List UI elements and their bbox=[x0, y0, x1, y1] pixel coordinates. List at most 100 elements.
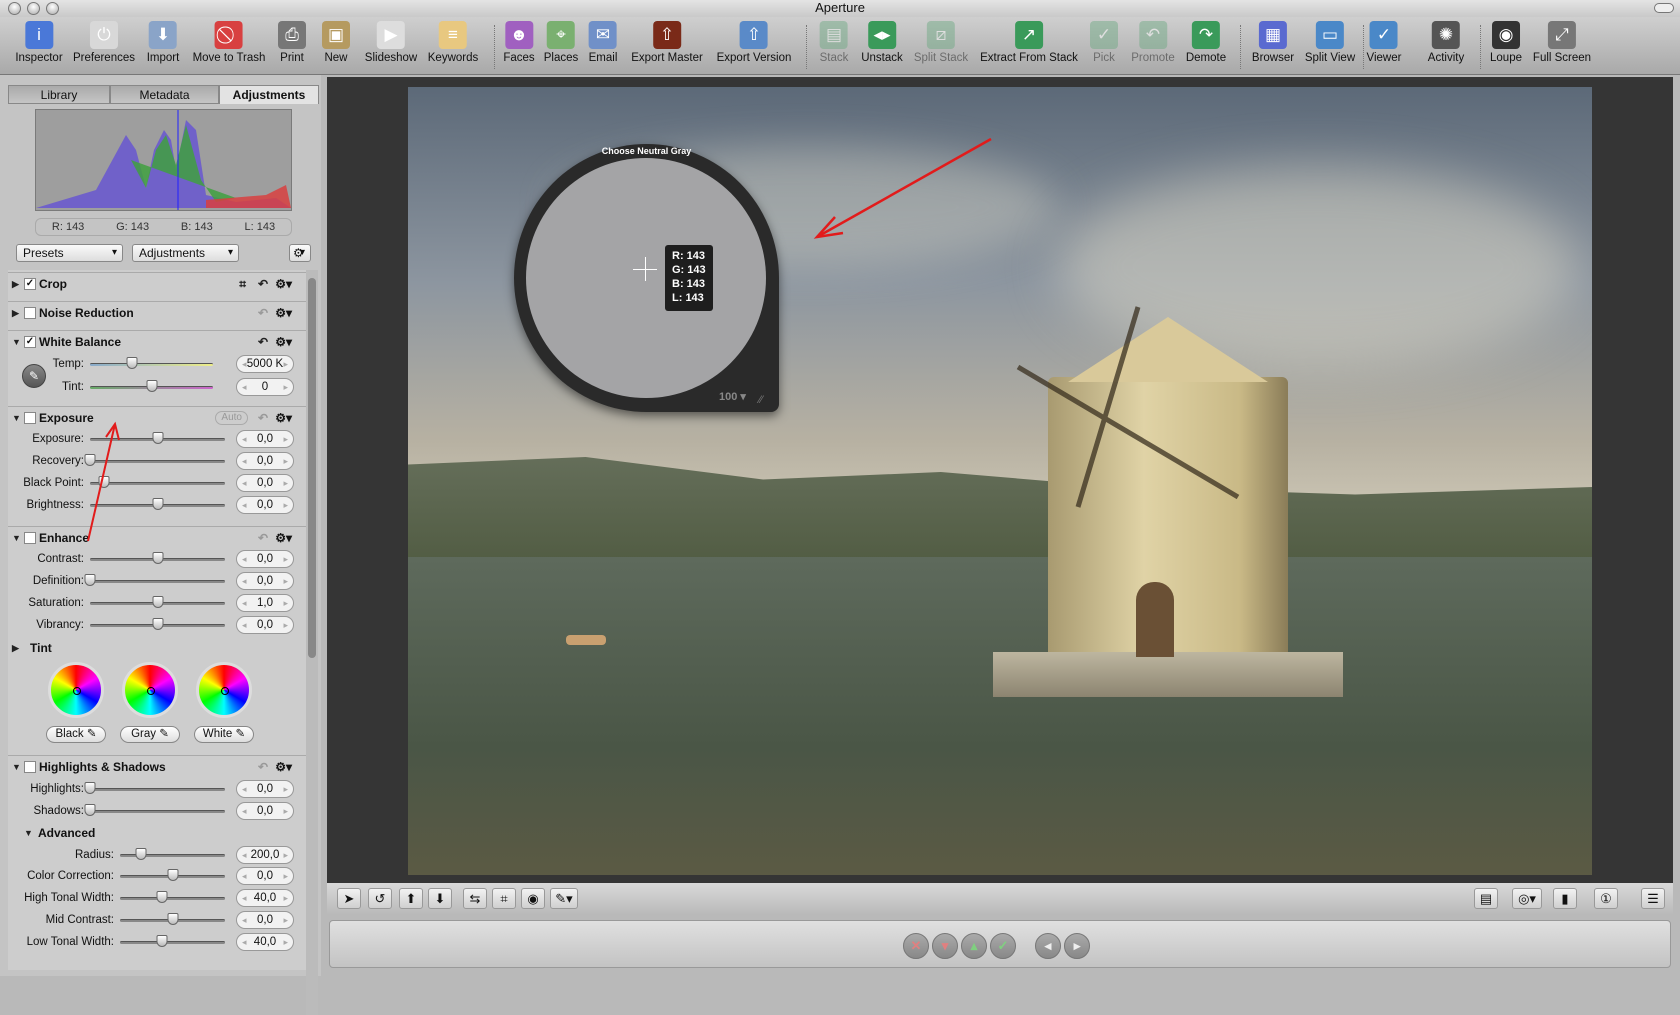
reset-icon[interactable]: ↶ bbox=[258, 331, 268, 353]
toolbar-unstack-button[interactable]: ◂▸ Unstack bbox=[861, 21, 903, 64]
single-view-button[interactable]: ① bbox=[1594, 888, 1618, 909]
eyedropper-icon[interactable]: ✎ bbox=[22, 364, 46, 388]
slider-thumb[interactable] bbox=[146, 380, 157, 392]
select-button[interactable]: ✓ bbox=[990, 933, 1016, 959]
auto-exposure-button[interactable]: Auto bbox=[215, 411, 248, 425]
adjustments-dropdown[interactable]: Adjustments bbox=[132, 244, 239, 262]
section-tint[interactable]: ▶ Tint bbox=[8, 637, 306, 657]
value-field[interactable]: 0,0 bbox=[236, 911, 294, 929]
slider-track[interactable] bbox=[90, 580, 225, 583]
straighten-tool[interactable]: ⇆ bbox=[463, 888, 487, 909]
select-tool[interactable]: ➤ bbox=[337, 888, 361, 909]
slider-track[interactable] bbox=[90, 788, 225, 791]
section-hs[interactable]: ▼ Highlights & Shadows ⚙▾ ↶ bbox=[8, 755, 306, 777]
disclosure-open-icon[interactable]: ▼ bbox=[12, 756, 21, 778]
section-noise[interactable]: ▶ Noise Reduction ⚙▾ ↶ bbox=[8, 301, 306, 323]
slider-thumb[interactable] bbox=[152, 498, 163, 510]
toolbar-extract-from-stack-button[interactable]: ↗ Extract From Stack bbox=[980, 21, 1078, 64]
value-field[interactable]: 0,0 bbox=[236, 780, 294, 798]
value-field[interactable]: 0,0 bbox=[236, 496, 294, 514]
red-eye-tool[interactable]: ◉ bbox=[521, 888, 545, 909]
slider-track[interactable] bbox=[90, 810, 225, 813]
value-field[interactable]: 5000 K bbox=[236, 355, 294, 373]
value-field[interactable]: 200,0 bbox=[236, 846, 294, 864]
toolbar-inspector-button[interactable]: i Inspector bbox=[15, 21, 63, 64]
white-tint-wheel[interactable] bbox=[196, 662, 252, 718]
exposure-checkbox[interactable] bbox=[24, 412, 36, 424]
slider-thumb[interactable] bbox=[84, 454, 96, 466]
value-field[interactable]: 1,0 bbox=[236, 594, 294, 612]
zoom-window-button[interactable] bbox=[46, 2, 59, 15]
black-eyedropper-button[interactable]: Black ✎ bbox=[46, 726, 106, 743]
value-field[interactable]: 0,0 bbox=[236, 802, 294, 820]
minimize-window-button[interactable] bbox=[27, 2, 40, 15]
toolbar-split-view-button[interactable]: ▭ Split View bbox=[1305, 21, 1355, 64]
toolbar-import-button[interactable]: ⬇ Import bbox=[147, 21, 179, 64]
scrollbar-thumb[interactable] bbox=[308, 278, 316, 658]
disclosure-closed-icon[interactable]: ▶ bbox=[12, 637, 19, 659]
value-field[interactable]: 40,0 bbox=[236, 933, 294, 951]
wb-checkbox[interactable]: ✓ bbox=[24, 336, 36, 348]
section-advanced[interactable]: ▼ Advanced bbox=[20, 822, 306, 844]
lift-tool[interactable]: ⬆ bbox=[399, 888, 423, 909]
reset-icon[interactable]: ↶ bbox=[258, 756, 268, 778]
slider-thumb[interactable] bbox=[98, 476, 109, 488]
toolbar-export-version-button[interactable]: ⇧ Export Version bbox=[717, 21, 791, 64]
tab-metadata[interactable]: Metadata bbox=[110, 85, 219, 104]
gear-icon[interactable]: ⚙▾ bbox=[275, 273, 292, 295]
crop-icon[interactable]: ⌗ bbox=[239, 273, 246, 295]
gear-icon[interactable]: ⚙▾ bbox=[275, 331, 292, 353]
stamp-tool[interactable]: ⬇ bbox=[428, 888, 452, 909]
toolbar-print-button[interactable]: ⎙ Print bbox=[278, 21, 306, 64]
disclosure-open-icon[interactable]: ▼ bbox=[12, 407, 21, 429]
black-tint-wheel[interactable] bbox=[48, 662, 104, 718]
decrease-rating-button[interactable]: ▾ bbox=[932, 933, 958, 959]
brush-tool[interactable]: ✎▾ bbox=[550, 888, 578, 909]
toolbar-new-button[interactable]: ▣ New bbox=[322, 21, 350, 64]
toolbar-split-stack-button[interactable]: ⧄ Split Stack bbox=[914, 21, 968, 64]
gear-icon[interactable]: ⚙▾ bbox=[275, 407, 292, 429]
slider-thumb[interactable] bbox=[135, 848, 147, 860]
value-field[interactable]: 0 bbox=[236, 378, 294, 396]
value-field[interactable]: 0,0 bbox=[236, 572, 294, 590]
slider-thumb[interactable] bbox=[152, 618, 163, 630]
value-field[interactable]: 0,0 bbox=[236, 867, 294, 885]
toolbar-loupe-button[interactable]: ◉ Loupe bbox=[1490, 21, 1522, 64]
next-button[interactable]: ▸ bbox=[1064, 933, 1090, 959]
gray-eyedropper-button[interactable]: Gray ✎ bbox=[120, 726, 180, 743]
toolbar-toggle-button[interactable] bbox=[1654, 3, 1674, 13]
gray-tint-wheel[interactable] bbox=[122, 662, 178, 718]
filmstrip-view-button[interactable]: ▤ bbox=[1474, 888, 1498, 909]
value-field[interactable]: 0,0 bbox=[236, 452, 294, 470]
slider-thumb[interactable] bbox=[156, 935, 168, 947]
white-eyedropper-button[interactable]: White ✎ bbox=[194, 726, 254, 743]
gear-icon[interactable]: ⚙▾ bbox=[275, 756, 292, 778]
toolbar-stack-button[interactable]: ▤ Stack bbox=[820, 21, 848, 64]
toolbar-email-button[interactable]: ✉ Email bbox=[589, 21, 617, 64]
slider-track[interactable] bbox=[90, 460, 225, 463]
toolbar-browser-button[interactable]: ▦ Browser bbox=[1252, 21, 1294, 64]
toolbar-slideshow-button[interactable]: ▶ Slideshow bbox=[365, 21, 417, 64]
reject-button[interactable]: ✕ bbox=[903, 933, 929, 959]
noise-checkbox[interactable] bbox=[24, 307, 36, 319]
disclosure-closed-icon[interactable]: ▶ bbox=[12, 302, 19, 324]
value-field[interactable]: 0,0 bbox=[236, 430, 294, 448]
slider-thumb[interactable] bbox=[84, 804, 96, 816]
toolbar-faces-button[interactable]: ☻ Faces bbox=[503, 21, 535, 64]
slider-track[interactable] bbox=[120, 941, 225, 944]
toolbar-promote-button[interactable]: ↶ Promote bbox=[1131, 21, 1175, 64]
toolbar-export-master-button[interactable]: ⇧ Export Master bbox=[631, 21, 703, 64]
toolbar-pick-button[interactable]: ✓ Pick bbox=[1090, 21, 1118, 64]
slider-thumb[interactable] bbox=[167, 913, 178, 925]
slider-thumb[interactable] bbox=[126, 357, 138, 369]
gear-icon[interactable]: ⚙▾ bbox=[275, 527, 292, 549]
disclosure-open-icon[interactable]: ▼ bbox=[12, 331, 21, 353]
resize-handle-icon[interactable]: ⁄⁄ bbox=[759, 394, 763, 406]
slider-thumb[interactable] bbox=[84, 782, 96, 794]
slider-thumb[interactable] bbox=[152, 552, 163, 564]
slider-track[interactable] bbox=[90, 363, 213, 366]
hs-checkbox[interactable] bbox=[24, 761, 36, 773]
enhance-checkbox[interactable] bbox=[24, 532, 36, 544]
value-field[interactable]: 0,0 bbox=[236, 550, 294, 568]
toolbar-move-to-trash-button[interactable]: ⃠ Move to Trash bbox=[193, 21, 265, 64]
